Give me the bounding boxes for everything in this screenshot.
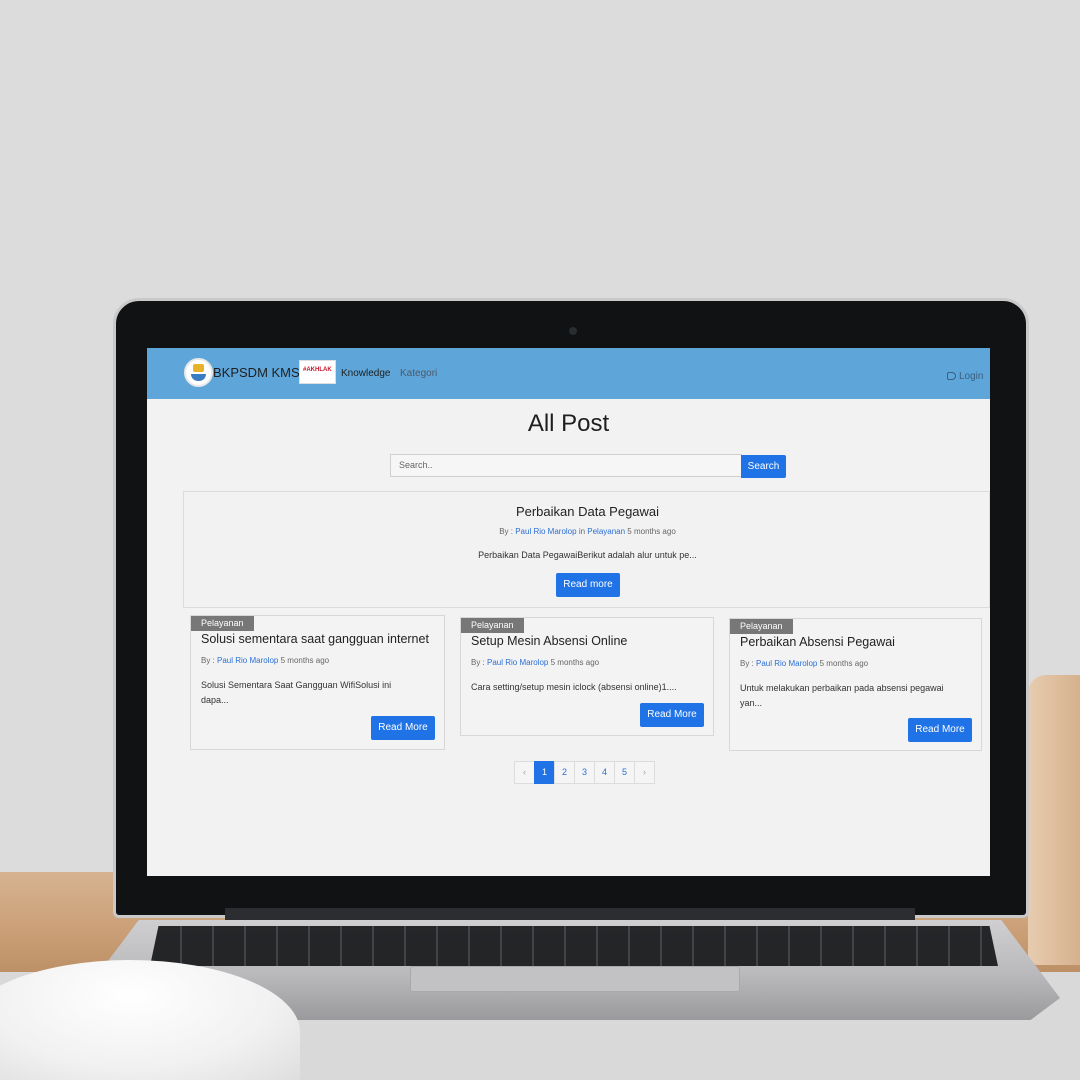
pagination: ‹ 1 2 3 4 5 › <box>514 761 655 784</box>
post-excerpt: Solusi Sementara Saat Gangguan WifiSolus… <box>201 680 392 705</box>
page-5-button[interactable]: 5 <box>614 761 635 784</box>
meta-by: By : <box>740 659 757 668</box>
search-input[interactable]: Search.. <box>390 454 742 477</box>
webcam <box>569 327 577 335</box>
page-3-button[interactable]: 3 <box>574 761 595 784</box>
post-meta: By : Paul Rio Marolop 5 months ago <box>201 656 329 665</box>
post-card: Pelayanan Perbaikan Absensi Pegawai By :… <box>729 618 982 751</box>
post-title[interactable]: Solusi sementara saat gangguan internet <box>201 632 429 646</box>
akhlak-badge: #AKHLAK <box>299 360 336 384</box>
meta-time: 5 months ago <box>625 527 676 536</box>
category-tag[interactable]: Pelayanan <box>730 619 793 634</box>
post-excerpt: Cara setting/setup mesin iclock (absensi… <box>471 682 677 692</box>
page-2-button[interactable]: 2 <box>554 761 575 784</box>
meta-by: By : <box>499 527 516 536</box>
post-title[interactable]: Perbaikan Absensi Pegawai <box>740 635 895 649</box>
category-link[interactable]: Pelayanan <box>587 527 625 536</box>
background-object <box>1028 675 1080 965</box>
laptop-screen: BKPSDM KMS #AKHLAK Knowledge Kategori Lo… <box>147 348 990 876</box>
read-more-button[interactable]: Read More <box>908 718 972 742</box>
featured-post-meta: By : Paul Rio Marolop in Pelayanan 5 mon… <box>184 527 990 536</box>
page-title: All Post <box>527 410 610 437</box>
login-link[interactable]: Login <box>947 371 983 382</box>
post-meta: By : Paul Rio Marolop 5 months ago <box>740 659 868 668</box>
featured-post-excerpt: Perbaikan Data PegawaiBerikut adalah alu… <box>478 550 697 560</box>
post-meta: By : Paul Rio Marolop 5 months ago <box>471 658 599 667</box>
meta-time: 5 months ago <box>817 659 869 668</box>
category-tag[interactable]: Pelayanan <box>461 618 524 633</box>
featured-post-title[interactable]: Perbaikan Data Pegawai <box>184 504 990 519</box>
meta-by: By : <box>471 658 488 667</box>
category-tag[interactable]: Pelayanan <box>191 616 254 631</box>
author-link[interactable]: Paul Rio Marolop <box>217 656 278 665</box>
login-label: Login <box>959 371 984 382</box>
akhlak-badge-text: #AKHLAK <box>303 367 332 373</box>
pagination-prev[interactable]: ‹ <box>514 761 535 784</box>
post-card: Pelayanan Setup Mesin Absensi Online By … <box>460 617 714 736</box>
author-link[interactable]: Paul Rio Marolop <box>487 658 548 667</box>
meta-time: 5 months ago <box>548 658 600 667</box>
featured-post: Perbaikan Data Pegawai By : Paul Rio Mar… <box>183 491 990 608</box>
page-4-button[interactable]: 4 <box>594 761 615 784</box>
meta-by: By : <box>201 656 218 665</box>
read-more-button[interactable]: Read more <box>556 573 620 597</box>
laptop-trackpad <box>410 966 740 992</box>
brand-logo-icon[interactable] <box>184 358 213 387</box>
pagination-next[interactable]: › <box>634 761 655 784</box>
search-button[interactable]: Search <box>741 455 786 478</box>
post-card: Pelayanan Solusi sementara saat gangguan… <box>190 615 445 750</box>
post-title[interactable]: Setup Mesin Absensi Online <box>471 634 627 648</box>
nav-link-knowledge[interactable]: Knowledge <box>341 368 390 379</box>
read-more-button[interactable]: Read More <box>640 703 704 727</box>
meta-in: in <box>576 527 588 536</box>
brand-name[interactable]: BKPSDM KMS <box>213 365 300 380</box>
page-1-button[interactable]: 1 <box>534 761 555 784</box>
author-link[interactable]: Paul Rio Marolop <box>515 527 576 536</box>
navbar: BKPSDM KMS #AKHLAK Knowledge Kategori Lo… <box>147 348 990 399</box>
post-excerpt: Untuk melakukan perbaikan pada absensi p… <box>740 683 944 708</box>
read-more-button[interactable]: Read More <box>371 716 435 740</box>
nav-link-kategori[interactable]: Kategori <box>400 368 437 379</box>
login-icon <box>947 372 956 380</box>
laptop-keyboard <box>150 926 998 966</box>
meta-time: 5 months ago <box>278 656 330 665</box>
author-link[interactable]: Paul Rio Marolop <box>756 659 817 668</box>
